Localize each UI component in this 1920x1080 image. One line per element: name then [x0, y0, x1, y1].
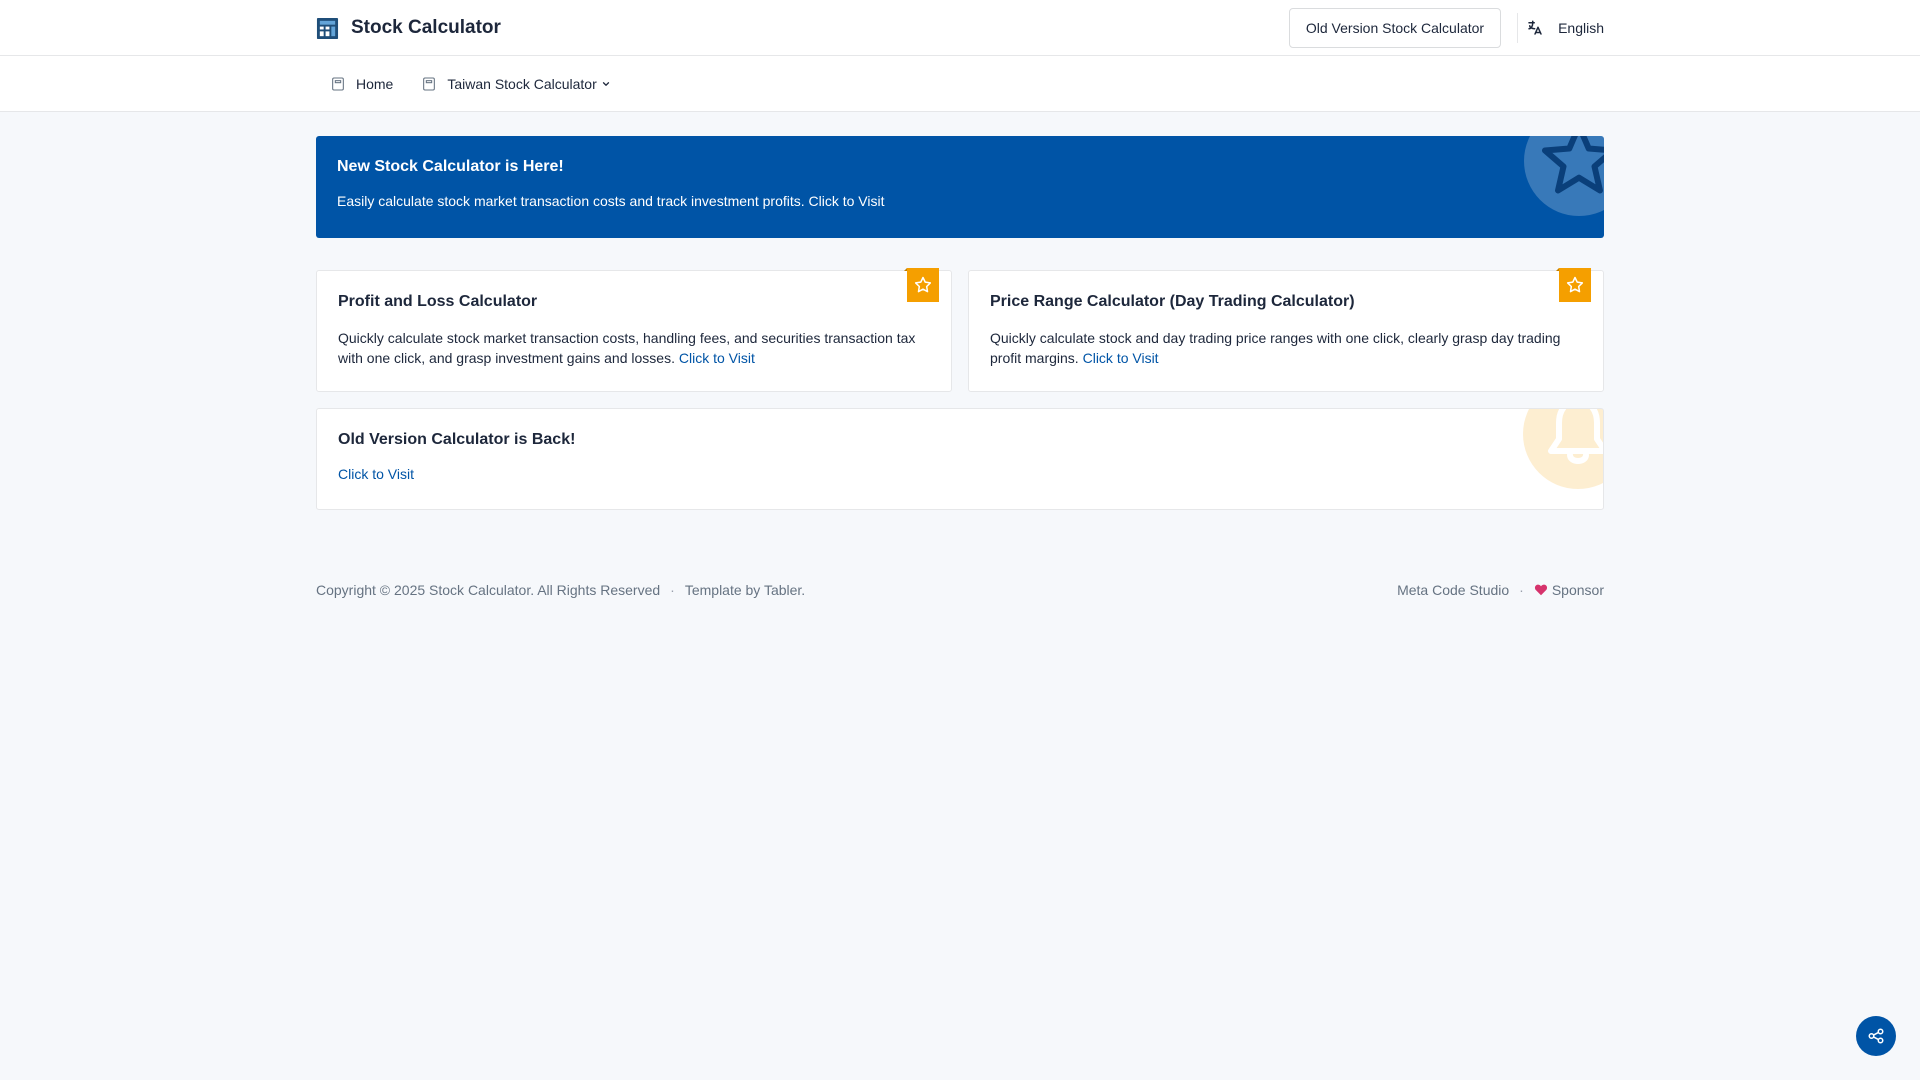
price-range-card[interactable]: Price Range Calculator (Day Trading Calc…	[968, 268, 1604, 392]
profit-loss-card[interactable]: Profit and Loss Calculator Quickly calcu…	[316, 268, 952, 392]
brand[interactable]: Stock Calculator	[316, 17, 501, 40]
card-title: Old Version Calculator is Back!	[338, 431, 576, 448]
card-title: Price Range Calculator (Day Trading Calc…	[990, 293, 1355, 310]
nav-item-home[interactable]: Home	[316, 56, 407, 112]
star-icon	[1566, 276, 1584, 293]
share-icon	[1868, 1028, 1884, 1044]
bell-icon	[1523, 409, 1603, 489]
card-text: Quickly calculate stock and day trading …	[990, 330, 1561, 366]
footer-separator: ·	[1519, 582, 1524, 598]
sponsor-label: Sponsor	[1551, 582, 1604, 598]
calculator-icon	[332, 77, 344, 91]
card-text: Quickly calculate stock market transacti…	[338, 330, 916, 366]
visit-link[interactable]: Click to Visit	[1083, 350, 1159, 366]
translate-icon	[1528, 20, 1542, 35]
studio-link[interactable]: Meta Code Studio	[1397, 582, 1509, 598]
star-icon	[1524, 136, 1604, 216]
new-calculator-banner[interactable]: New Stock Calculator is Here! Easily cal…	[316, 136, 1604, 238]
page-footer: Copyright © 2025 Stock Calculator. All R…	[316, 582, 1604, 598]
share-button[interactable]	[1856, 1016, 1896, 1056]
banner-text: Easily calculate stock market transactio…	[337, 193, 885, 209]
nav-item-label: Home	[356, 76, 394, 92]
sponsor-link[interactable]: Sponsor	[1534, 582, 1604, 598]
banner-title: New Stock Calculator is Here!	[337, 158, 564, 175]
old-version-card[interactable]: Old Version Calculator is Back! Click to…	[316, 408, 1604, 510]
chevron-down-icon	[602, 82, 609, 86]
footer-left: Copyright © 2025 Stock Calculator. All R…	[316, 582, 805, 598]
nav-item-label: Taiwan Stock Calculator	[447, 76, 597, 92]
calculator-icon	[316, 17, 339, 39]
footer-right: Meta Code Studio · Sponsor	[1397, 582, 1604, 598]
header-divider	[1517, 13, 1519, 43]
old-version-button[interactable]: Old Version Stock Calculator	[1288, 8, 1502, 48]
brand-title: Stock Calculator	[351, 17, 501, 38]
header-actions: Old Version Stock Calculator English	[1288, 0, 1604, 56]
footer-separator: ·	[670, 582, 675, 598]
copyright-text: Copyright © 2025 Stock Calculator. All R…	[316, 582, 661, 598]
card-ribbon	[1556, 268, 1591, 302]
card-title: Profit and Loss Calculator	[338, 293, 538, 310]
visit-link[interactable]: Click to Visit	[338, 466, 414, 482]
card-ribbon	[904, 268, 939, 302]
language-label: English	[1558, 20, 1604, 36]
visit-link[interactable]: Click to Visit	[679, 350, 755, 366]
nav-item-taiwan-calculator[interactable]: Taiwan Stock Calculator	[407, 56, 624, 112]
heart-icon	[1534, 584, 1547, 596]
main-content: New Stock Calculator is Here! Easily cal…	[316, 136, 1604, 598]
calculator-icon	[423, 77, 436, 91]
main-nav: Home Taiwan Stock Calculator	[0, 56, 1920, 112]
calculator-cards: Profit and Loss Calculator Quickly calcu…	[316, 268, 1604, 392]
star-icon	[914, 276, 932, 293]
top-header: Stock Calculator Old Version Stock Calcu…	[0, 0, 1920, 56]
template-credit[interactable]: Template by Tabler.	[685, 582, 805, 598]
language-selector[interactable]: English	[1526, 19, 1604, 37]
